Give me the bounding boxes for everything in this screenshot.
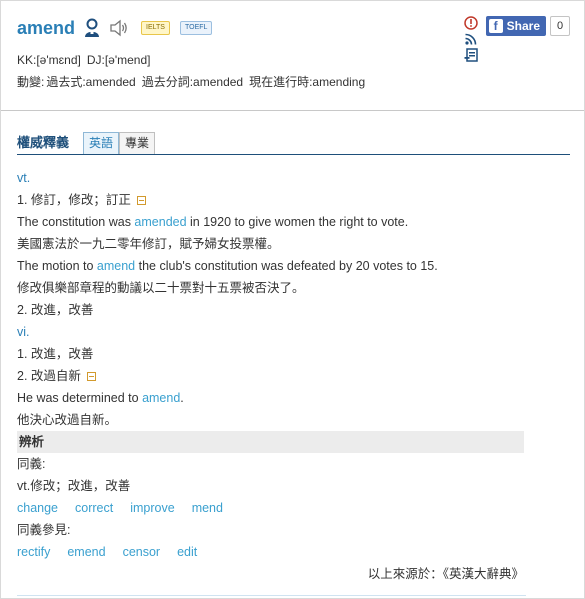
inflection-past: 過去式:amended — [46, 75, 136, 89]
example-3-pre: He was determined to — [17, 391, 143, 405]
synonyms-label: 同義: — [17, 457, 46, 471]
collapse-icon[interactable] — [86, 371, 96, 381]
ielts-badge: IELTS — [141, 21, 170, 35]
example-3-translation: 他決心改過自新。 — [17, 413, 118, 427]
sense-vt-1: 1. 修訂，修改；訂正 — [17, 189, 568, 211]
definition-content: vt. 1. 修訂，修改；訂正 The constitution was ame… — [1, 155, 584, 585]
speaker-icon[interactable] — [109, 19, 129, 37]
example-2-translation: 修改俱樂部章程的動議以二十票對十五票被否決了。 — [17, 281, 305, 295]
dictionary-panel: amend IELTS TOEFL f Share 0 KK:[ə'mɛnd] … — [0, 0, 585, 599]
facebook-share-button[interactable]: f Share — [485, 16, 546, 36]
example-3-keyword: amend — [142, 391, 181, 405]
example-2-pre: The motion to — [17, 259, 97, 273]
synonym-link-correct[interactable]: correct — [75, 501, 113, 515]
example-3: He was determined to amend. — [17, 387, 568, 409]
example-2-post: the club's constitution was defeated by … — [135, 259, 438, 273]
source-credit: 以上來源於：《英漢大辭典》 — [367, 567, 524, 581]
share-label: Share — [506, 19, 540, 33]
tool-stack — [463, 16, 478, 64]
synonym-link-improve[interactable]: improve — [130, 501, 174, 515]
synonym-link-change[interactable]: change — [17, 501, 58, 515]
tab-professional[interactable]: 專業 — [119, 132, 156, 154]
rss-icon[interactable] — [464, 32, 478, 46]
entry-header: amend IELTS TOEFL f Share 0 KK:[ə'mɛnd] … — [1, 1, 584, 111]
pos-vt: vt. — [17, 171, 31, 185]
sense-vt-1-text: 1. 修訂，修改；訂正 — [17, 193, 131, 207]
example-3-post: . — [180, 391, 184, 405]
definition-tabs: 權威釋義 英語 專業 — [17, 131, 570, 155]
share-count: 0 — [550, 16, 570, 36]
synonyms-sense: vt.修改；改進，改善 — [17, 479, 131, 493]
example-2-keyword: amend — [96, 259, 136, 273]
sense-vi-2-text: 2. 改過自新 — [17, 369, 81, 383]
example-1-post: in 1920 to give women the right to vote. — [186, 215, 409, 229]
example-1-keyword: amended — [134, 215, 187, 229]
synonym-link-mend[interactable]: mend — [192, 501, 223, 515]
see-also-link-edit[interactable]: edit — [177, 545, 197, 559]
dj-phonetic: DJ:[ə'mend] — [86, 53, 151, 67]
header-tools: f Share 0 — [463, 16, 570, 64]
tab-english[interactable]: 英語 — [83, 132, 120, 154]
person-icon[interactable] — [83, 18, 101, 38]
kk-phonetic: KK:[ə'mɛnd] — [17, 53, 81, 67]
pos-vi: vi. — [17, 325, 30, 339]
inflections: 動變: 過去式:amended 過去分詞:amended 現在進行時:amending — [17, 74, 568, 90]
example-1-pre: The constitution was — [17, 215, 135, 229]
see-also-label: 同義參見: — [17, 523, 71, 537]
sense-vi-2: 2. 改過自新 — [17, 365, 568, 387]
example-1: The constitution was amended in 1920 to … — [17, 211, 568, 233]
toefl-badge: TOEFL — [179, 21, 213, 35]
note-icon[interactable] — [464, 48, 478, 62]
see-also-link-emend[interactable]: emend — [67, 545, 105, 559]
facebook-icon: f — [488, 19, 503, 33]
see-also-link-rectify[interactable]: rectify — [17, 545, 50, 559]
alert-icon[interactable] — [463, 16, 478, 30]
example-2: The motion to amend the club's constitut… — [17, 255, 568, 277]
example-1-translation: 美國憲法於一九二零年修訂，賦予婦女投票權。 — [17, 237, 280, 251]
headword: amend — [17, 17, 76, 38]
tabs-title: 權威釋義 — [17, 135, 70, 150]
sense-vt-2: 2. 改進，改善 — [17, 303, 94, 317]
inflection-past-participle: 過去分詞:amended — [141, 75, 244, 89]
collapse-icon[interactable] — [136, 195, 146, 205]
see-also-links: rectify emend censor edit — [17, 541, 568, 563]
inflection-label: 動變: — [17, 75, 45, 89]
sense-vi-1: 1. 改進，改善 — [17, 347, 94, 361]
analysis-section-title: 辨析 — [17, 431, 524, 453]
synonym-links: change correct improve mend — [17, 497, 568, 519]
bottom-divider — [17, 595, 526, 596]
see-also-link-censor[interactable]: censor — [123, 545, 161, 559]
inflection-present-participle: 現在進行時:amending — [249, 75, 366, 89]
